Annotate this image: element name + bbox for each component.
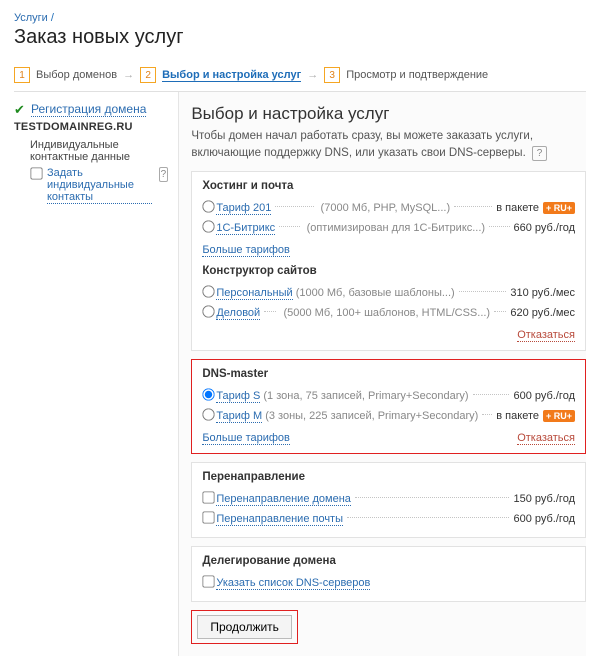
delegation-checkbox[interactable] — [203, 576, 215, 588]
hosting-option[interactable]: 1С-Битрикс (оптимизирован для 1С-Битрикс… — [202, 218, 575, 238]
option-name[interactable]: Персональный — [216, 287, 292, 300]
builder-option[interactable]: Персональный (1000 Мб, базовые шаблоны..… — [202, 283, 575, 303]
panel-title-dns: DNS-master — [202, 368, 575, 380]
option-price: 600 руб./год — [513, 390, 575, 402]
step-2-number: 2 — [140, 67, 156, 83]
option-desc: (оптимизирован для 1С-Битрикс...) — [307, 222, 486, 234]
hosting-option[interactable]: Тариф 201 (7000 Мб, PHP, MySQL...) в пак… — [202, 198, 575, 218]
option-price: в пакете — [496, 202, 539, 214]
option-name[interactable]: Тариф 201 — [216, 202, 271, 215]
step-1-number: 1 — [14, 67, 30, 83]
decline-link[interactable]: Отказаться — [517, 329, 575, 342]
panel-dns: DNS-master Тариф S (1 зона, 75 записей, … — [191, 359, 586, 454]
domain-registration-row: ✔ Регистрация домена — [14, 102, 168, 117]
more-tariffs-link[interactable]: Больше тарифов — [202, 244, 290, 257]
help-icon[interactable]: ? — [159, 167, 169, 182]
more-tariffs-link[interactable]: Больше тарифов — [202, 432, 290, 445]
main-content: Выбор и настройка услуг Чтобы домен нача… — [179, 92, 586, 656]
builder-radio[interactable] — [203, 306, 215, 318]
individual-contacts-label: Задать индивидуальные контакты — [47, 167, 152, 204]
option-price: 620 руб./мес — [510, 307, 575, 319]
wizard-steps: 1 Выбор доменов → 2 Выбор и настройка ус… — [14, 67, 586, 92]
dns-radio[interactable] — [203, 409, 215, 421]
panel-delegation: Делегирование домена Указать список DNS-… — [191, 546, 586, 602]
step-1-label[interactable]: Выбор доменов — [36, 69, 117, 81]
option-price: 310 руб./мес — [510, 287, 575, 299]
check-icon: ✔ — [14, 104, 26, 116]
delegation-option[interactable]: Указать список DNS-серверов — [202, 573, 575, 593]
option-name[interactable]: Деловой — [216, 307, 260, 320]
option-name[interactable]: Тариф M — [216, 410, 262, 423]
option-name[interactable]: Перенаправление почты — [216, 513, 343, 526]
option-desc: (1 зона, 75 записей, Primary+Secondary) — [263, 390, 468, 402]
ru-plus-badge: + RU+ — [543, 202, 575, 214]
breadcrumb-root[interactable]: Услуги — [14, 12, 48, 24]
ru-plus-badge: + RU+ — [543, 410, 575, 422]
breadcrumb: Услуги / — [14, 12, 586, 24]
option-price: 600 руб./год — [513, 513, 575, 525]
option-name[interactable]: Тариф S — [216, 390, 260, 403]
individual-contacts-checkbox[interactable] — [30, 167, 42, 179]
dns-option[interactable]: Тариф M (3 зоны, 225 записей, Primary+Se… — [202, 406, 575, 426]
option-price: в пакете — [496, 410, 539, 422]
dns-option[interactable]: Тариф S (1 зона, 75 записей, Primary+Sec… — [202, 386, 575, 406]
hosting-radio[interactable] — [203, 221, 215, 233]
section-heading: Выбор и настройка услуг — [191, 104, 586, 124]
panel-redirect: Перенаправление Перенаправление домена 1… — [191, 462, 586, 538]
option-desc: (1000 Мб, базовые шаблоны...) — [296, 287, 455, 299]
sidebar: ✔ Регистрация домена TESTDOMAINREG.RU Ин… — [14, 92, 179, 656]
panel-title-redirect: Перенаправление — [202, 471, 575, 483]
redirect-option[interactable]: Перенаправление почты 600 руб./год — [202, 509, 575, 529]
panel-title-delegation: Делегирование домена — [202, 555, 575, 567]
option-price: 660 руб./год — [514, 222, 576, 234]
continue-button[interactable]: Продолжить — [197, 615, 292, 639]
breadcrumb-sep: / — [51, 12, 54, 24]
help-icon[interactable]: ? — [532, 146, 547, 161]
hosting-radio[interactable] — [203, 201, 215, 213]
option-name[interactable]: Указать список DNS-серверов — [216, 577, 370, 590]
panel-title-builder: Конструктор сайтов — [202, 265, 575, 277]
decline-link[interactable]: Отказаться — [517, 432, 575, 445]
redirect-option[interactable]: Перенаправление домена 150 руб./год — [202, 489, 575, 509]
step-3-number: 3 — [324, 67, 340, 83]
option-desc: (5000 Мб, 100+ шаблонов, HTML/CSS...) — [283, 307, 490, 319]
continue-highlight: Продолжить — [191, 610, 298, 644]
dns-radio[interactable] — [203, 389, 215, 401]
option-price: 150 руб./год — [513, 493, 575, 505]
domain-registration-link[interactable]: Регистрация домена — [31, 102, 146, 117]
redirect-checkbox[interactable] — [203, 492, 215, 504]
builder-option[interactable]: Деловой (5000 Мб, 100+ шаблонов, HTML/CS… — [202, 303, 575, 323]
arrow-icon: → — [123, 69, 134, 81]
step-3-label[interactable]: Просмотр и подтверждение — [346, 69, 488, 81]
domain-name: TESTDOMAINREG.RU — [14, 121, 168, 133]
page-title: Заказ новых услуг — [14, 26, 586, 49]
option-desc: (7000 Мб, PHP, MySQL...) — [321, 202, 451, 214]
option-name[interactable]: 1С-Битрикс — [216, 222, 275, 235]
individual-contacts-option[interactable]: Задать индивидуальные контакты ? — [30, 167, 168, 204]
redirect-checkbox[interactable] — [203, 512, 215, 524]
builder-radio[interactable] — [203, 286, 215, 298]
panel-hosting-builder: Хостинг и почта Тариф 201 (7000 Мб, PHP,… — [191, 171, 586, 351]
option-name[interactable]: Перенаправление домена — [216, 493, 351, 506]
section-intro: Чтобы домен начал работать сразу, вы мож… — [191, 128, 586, 161]
arrow-icon: → — [307, 69, 318, 81]
contacts-heading: Индивидуальные контактные данные — [30, 139, 168, 163]
panel-title-hosting: Хостинг и почта — [202, 180, 575, 192]
step-2-label[interactable]: Выбор и настройка услуг — [162, 69, 301, 82]
option-desc: (3 зоны, 225 записей, Primary+Secondary) — [265, 410, 478, 422]
